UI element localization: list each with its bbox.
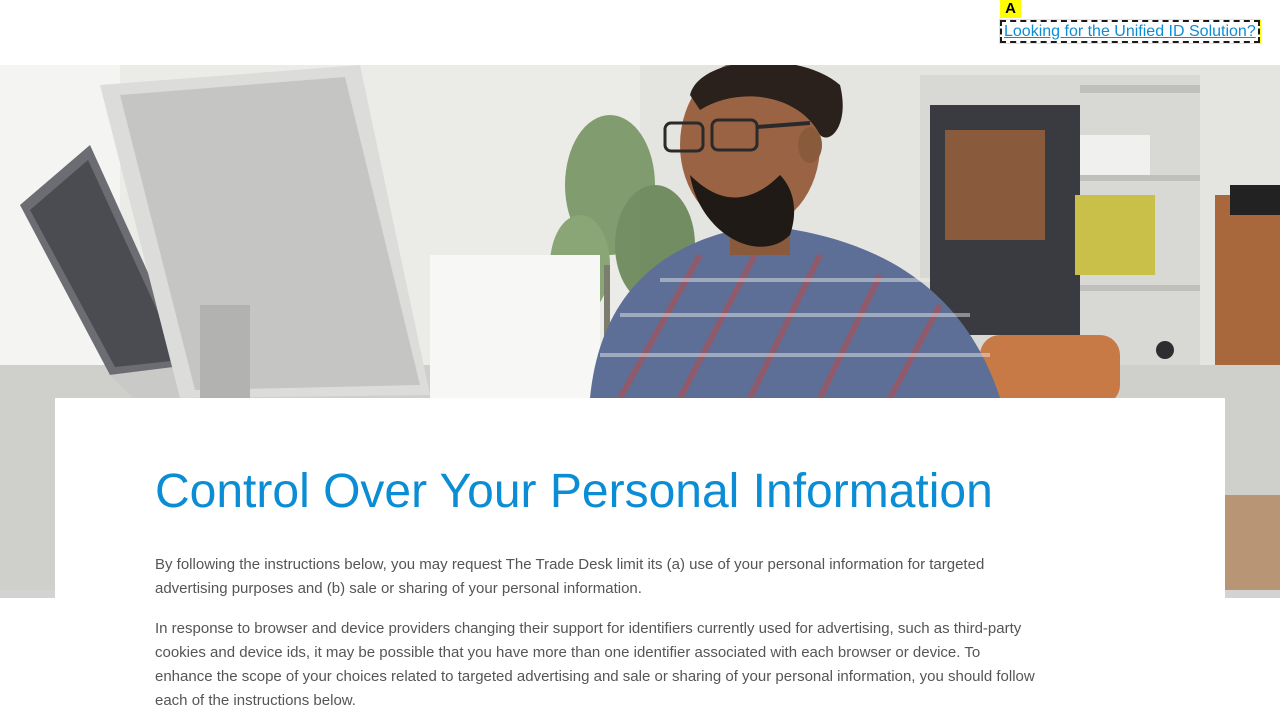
top-header: A Looking for the Unified ID Solution? bbox=[0, 0, 1280, 65]
unified-id-solution-link[interactable]: Looking for the Unified ID Solution? bbox=[999, 19, 1261, 44]
identifier-paragraph: In response to browser and device provid… bbox=[155, 620, 1035, 709]
page-title: Control Over Your Personal Information bbox=[155, 465, 993, 518]
element-marker-badge: A bbox=[1000, 0, 1021, 18]
intro-paragraph: By following the instructions below, you… bbox=[155, 556, 985, 597]
page: A Looking for the Unified ID Solution? C… bbox=[0, 0, 1280, 720]
content-card: Control Over Your Personal Information B… bbox=[55, 398, 1225, 720]
